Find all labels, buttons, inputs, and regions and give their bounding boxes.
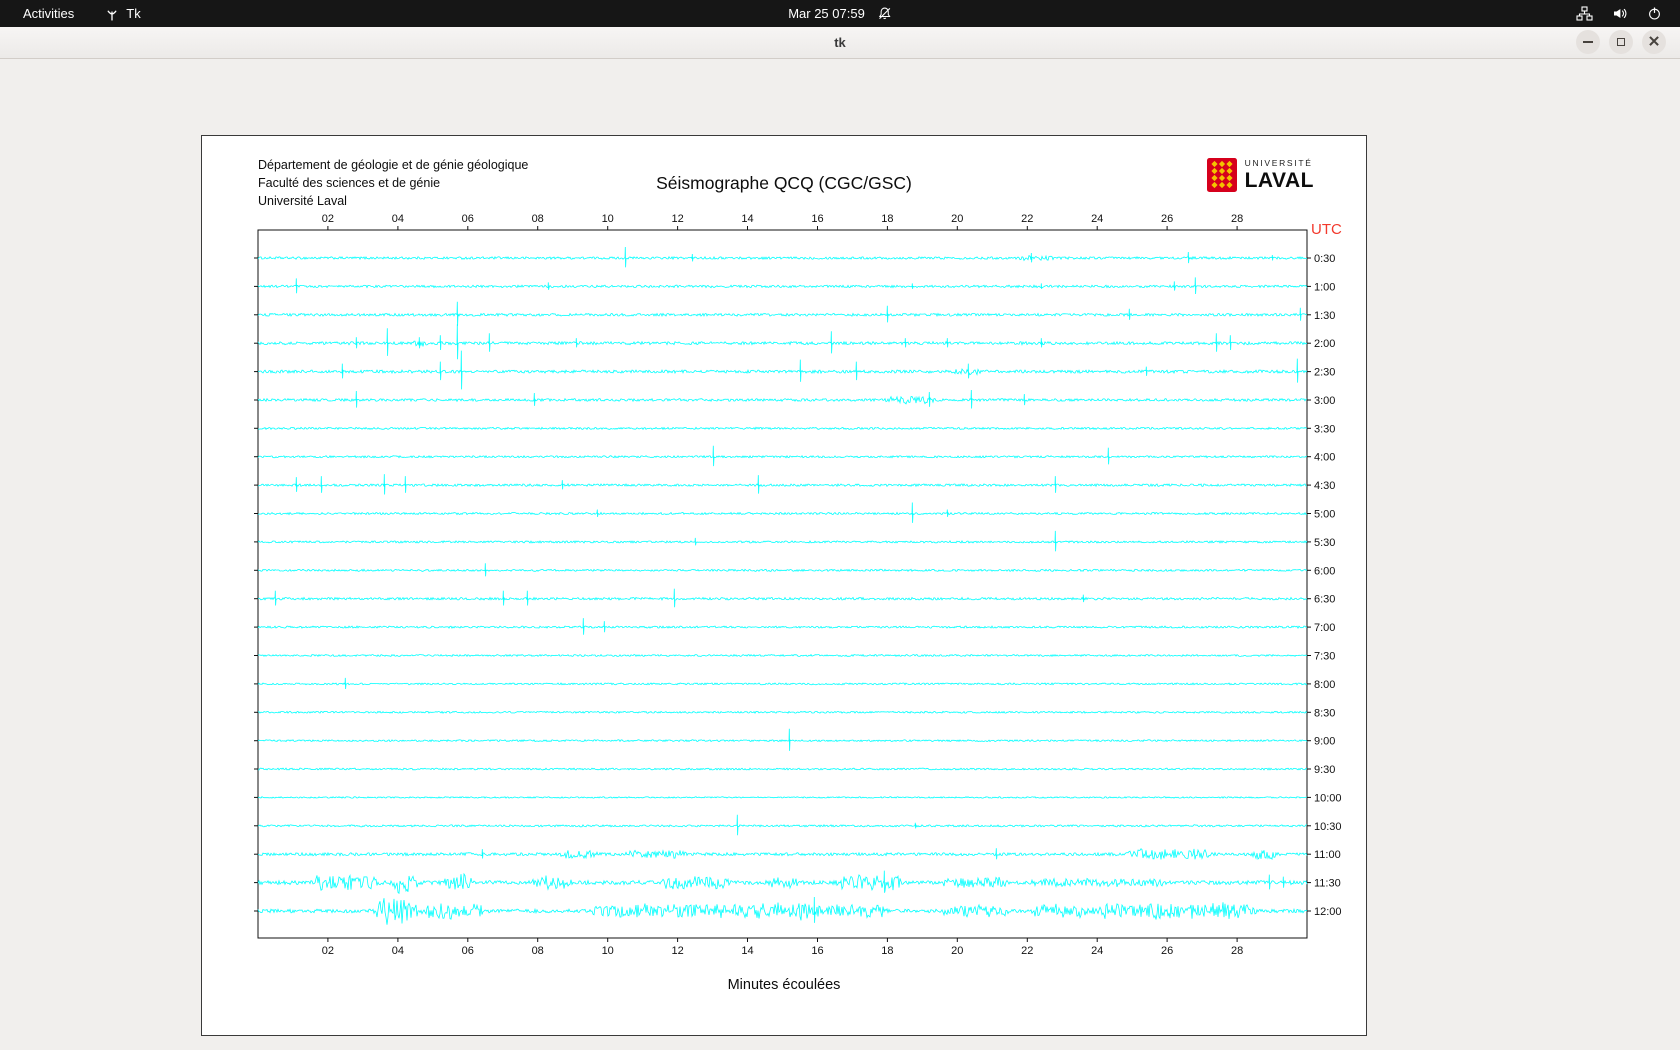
svg-text:12: 12	[671, 213, 683, 225]
focused-app-name: Tk	[126, 6, 140, 21]
activities-button[interactable]: Activities	[12, 3, 85, 24]
svg-text:11:00: 11:00	[1314, 849, 1341, 861]
svg-text:08: 08	[532, 213, 544, 225]
power-icon	[1647, 6, 1662, 21]
svg-text:9:00: 9:00	[1314, 736, 1335, 748]
svg-text:14: 14	[741, 213, 753, 225]
svg-text:10: 10	[602, 213, 614, 225]
screen: { "topbar": { "activities_label": "Activ…	[0, 0, 1680, 1050]
svg-text:26: 26	[1161, 213, 1173, 225]
seismograph-panel: Département de géologie et de génie géol…	[201, 135, 1367, 1036]
svg-text:12: 12	[671, 945, 683, 957]
tk-window-content: Département de géologie et de génie géol…	[0, 58, 1680, 1050]
maximize-icon	[1617, 38, 1625, 46]
notifications-muted-icon	[877, 6, 892, 21]
svg-text:20: 20	[951, 213, 963, 225]
svg-text:02: 02	[322, 213, 334, 225]
svg-text:28: 28	[1231, 945, 1243, 957]
svg-text:26: 26	[1161, 945, 1173, 957]
svg-text:5:30: 5:30	[1314, 537, 1335, 549]
svg-text:3:00: 3:00	[1314, 395, 1335, 407]
svg-text:12:00: 12:00	[1314, 906, 1342, 918]
gnome-top-bar: Activities Tk Mar 25 07:59	[0, 0, 1680, 27]
svg-text:4:00: 4:00	[1314, 452, 1335, 464]
svg-text:16: 16	[811, 945, 823, 957]
svg-text:04: 04	[392, 213, 404, 225]
network-icon	[1576, 6, 1593, 21]
svg-text:11:30: 11:30	[1314, 878, 1341, 890]
svg-text:18: 18	[881, 945, 893, 957]
svg-text:7:30: 7:30	[1314, 651, 1335, 663]
window-controls: ✕	[1576, 30, 1666, 54]
svg-text:18: 18	[881, 213, 893, 225]
maximize-button[interactable]	[1609, 30, 1633, 54]
svg-text:08: 08	[532, 945, 544, 957]
svg-text:7:00: 7:00	[1314, 622, 1335, 634]
close-icon: ✕	[1648, 34, 1661, 49]
svg-text:4:30: 4:30	[1314, 480, 1335, 492]
minimize-icon	[1583, 41, 1593, 43]
svg-text:02: 02	[322, 945, 334, 957]
svg-text:14: 14	[741, 945, 753, 957]
tk-icon	[105, 7, 119, 21]
svg-text:5:00: 5:00	[1314, 509, 1335, 521]
svg-text:24: 24	[1091, 945, 1103, 957]
svg-text:10:30: 10:30	[1314, 821, 1342, 833]
svg-text:06: 06	[462, 213, 474, 225]
svg-text:10:00: 10:00	[1314, 792, 1342, 804]
svg-text:0:30: 0:30	[1314, 253, 1335, 265]
svg-text:3:30: 3:30	[1314, 423, 1335, 435]
svg-text:24: 24	[1091, 213, 1103, 225]
system-status-area[interactable]	[1576, 6, 1662, 21]
svg-text:22: 22	[1021, 213, 1033, 225]
minimize-button[interactable]	[1576, 30, 1600, 54]
seismogram-plot: 02 02 04 04 06 06 08 08 10 10 12 12 14 14 16 16 18 18 20 20…	[202, 136, 1366, 1035]
svg-text:6:30: 6:30	[1314, 594, 1335, 606]
svg-text:2:30: 2:30	[1314, 367, 1335, 379]
window-title: tk	[834, 35, 846, 50]
svg-text:22: 22	[1021, 945, 1033, 957]
svg-text:2:00: 2:00	[1314, 338, 1335, 350]
focused-app-indicator[interactable]: Tk	[105, 6, 140, 21]
svg-text:28: 28	[1231, 213, 1243, 225]
svg-text:04: 04	[392, 945, 404, 957]
x-axis-label: Minutes écoulées	[202, 977, 1366, 993]
svg-text:06: 06	[462, 945, 474, 957]
svg-text:8:00: 8:00	[1314, 679, 1335, 691]
svg-text:10: 10	[602, 945, 614, 957]
clock-label: Mar 25 07:59	[788, 6, 865, 21]
close-button[interactable]: ✕	[1642, 30, 1666, 54]
utc-label: UTC	[1311, 221, 1342, 238]
volume-icon	[1612, 6, 1628, 21]
svg-text:16: 16	[811, 213, 823, 225]
svg-text:6:00: 6:00	[1314, 565, 1335, 577]
svg-text:1:30: 1:30	[1314, 310, 1335, 322]
clock-button[interactable]: Mar 25 07:59	[788, 0, 892, 27]
svg-text:9:30: 9:30	[1314, 764, 1335, 776]
svg-text:8:30: 8:30	[1314, 707, 1335, 719]
svg-text:20: 20	[951, 945, 963, 957]
window-titlebar[interactable]: tk ✕	[0, 27, 1680, 59]
svg-text:1:00: 1:00	[1314, 281, 1335, 293]
